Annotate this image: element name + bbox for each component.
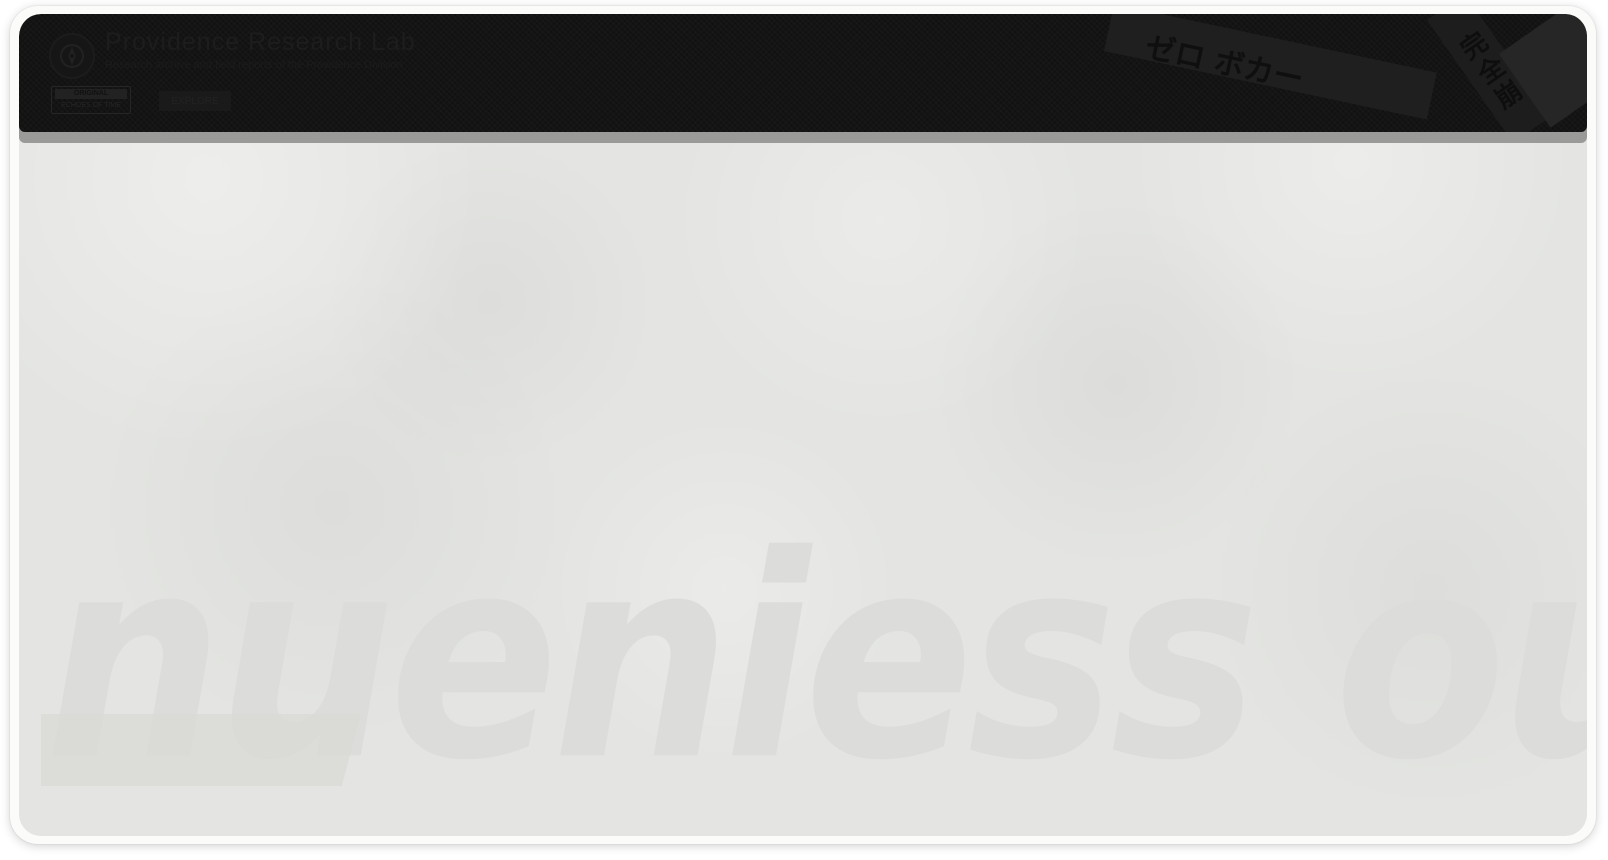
window-frame: nueniess ou eueu ゼロ ボカー 完全崩 Providence R… — [10, 6, 1596, 844]
explore-button[interactable]: EXPLORE — [159, 91, 231, 111]
edition-badge-bottom: ECHOES OF TIME — [61, 102, 121, 109]
background-watermark-block — [41, 714, 361, 786]
page-subtitle: Research archive and field reports of th… — [105, 59, 403, 71]
emblem-icon[interactable] — [49, 33, 95, 79]
header-bar: ゼロ ボカー 完全崩 Providence Research Lab Resea… — [19, 14, 1587, 132]
page-title: Providence Research Lab — [105, 28, 416, 56]
edition-badge-top: ORIGINAL — [55, 89, 127, 99]
main-panel: nueniess ou eueu ゼロ ボカー 完全崩 Providence R… — [19, 14, 1587, 836]
edition-badge: ORIGINAL ECHOES OF TIME — [51, 86, 131, 114]
